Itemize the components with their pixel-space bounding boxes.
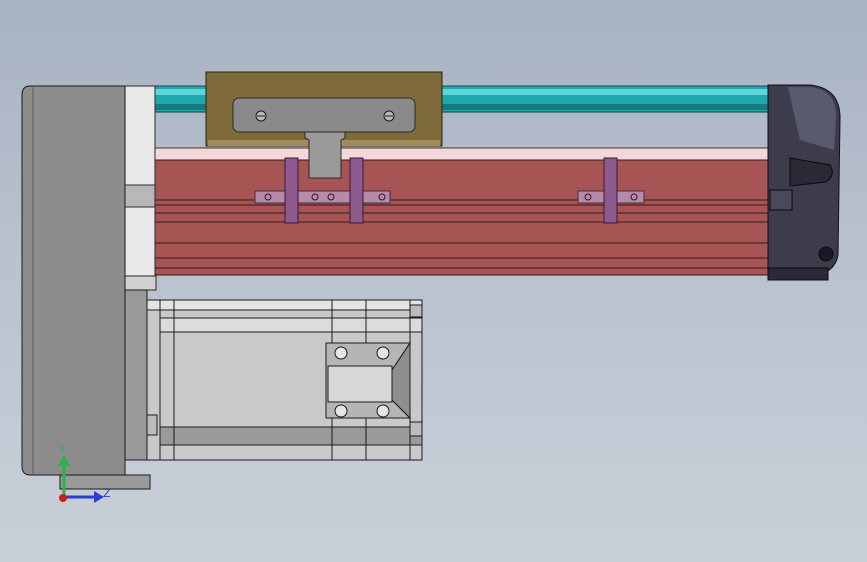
bracket-post bbox=[603, 157, 618, 224]
bracket-post bbox=[349, 157, 364, 224]
end-cap[interactable] bbox=[767, 84, 841, 281]
x-axis-origin bbox=[59, 494, 67, 502]
motor-connector[interactable] bbox=[325, 341, 412, 420]
screw-icon bbox=[334, 404, 348, 418]
bracket-strip bbox=[254, 190, 391, 204]
body-top-strip bbox=[149, 147, 776, 161]
y-axis-label: Y bbox=[58, 443, 66, 456]
screw-icon bbox=[376, 346, 390, 360]
cad-viewport[interactable]: Y Z bbox=[0, 0, 867, 562]
screw-icon bbox=[334, 346, 348, 360]
cad-model[interactable]: Y Z bbox=[0, 0, 867, 562]
z-axis-label: Z bbox=[103, 487, 111, 500]
bracket-post bbox=[284, 157, 299, 224]
actuator-body[interactable] bbox=[149, 147, 776, 276]
carriage-tab bbox=[304, 131, 346, 179]
screw-icon bbox=[376, 404, 390, 418]
